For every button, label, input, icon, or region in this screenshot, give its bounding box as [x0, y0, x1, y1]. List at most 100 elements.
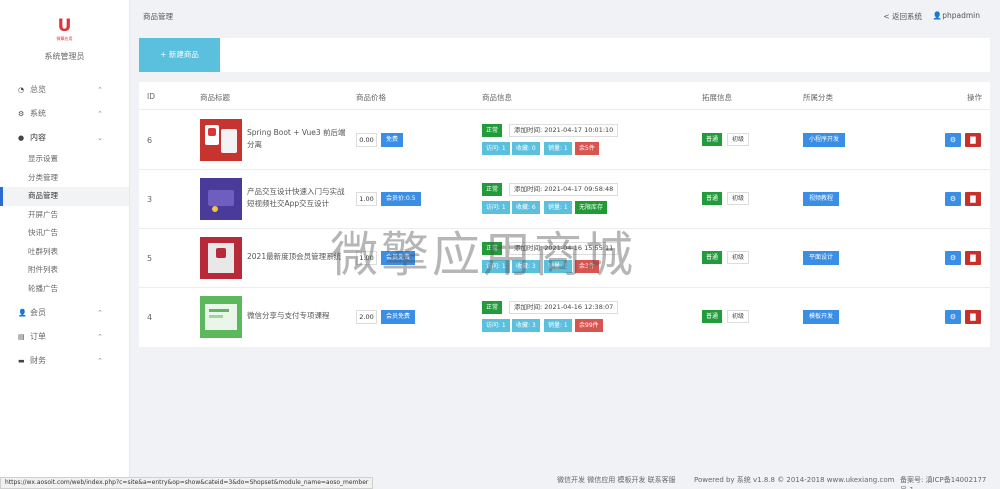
table-row: 3 产品交互设计快速入门与实战 短视频社交App交互设计 1.00 会员价:0.…: [139, 170, 990, 229]
sidebar-item-label: 总览: [30, 85, 46, 94]
logo-subtitle: 微擎应用: [56, 36, 73, 41]
product-title[interactable]: 产品交互设计快速入门与实战 短视频社交App交互设计: [247, 186, 347, 210]
footer: https://wx.aosoit.com/web/index.php?c=si…: [0, 470, 1000, 489]
row-id: 6: [147, 136, 153, 145]
category-badge[interactable]: 模板开发: [803, 310, 840, 324]
trash-icon: ▇: [970, 254, 976, 262]
sidebar-item-orders[interactable]: ▤ 订单 ⌃: [0, 325, 129, 349]
chevron-up-icon: ⌃: [97, 357, 103, 365]
product-thumbnail[interactable]: [200, 237, 242, 279]
header-ext: 拓展信息: [702, 93, 732, 102]
header-price: 商品价格: [356, 93, 386, 102]
gear-icon: ⚙: [949, 136, 957, 144]
chevron-up-icon: ⌃: [97, 309, 103, 317]
sales-badge: 销量: 1: [544, 201, 572, 214]
chevron-up-icon: ⌃: [97, 86, 103, 94]
header-info: 商品信息: [482, 93, 512, 102]
sidebar-subitem-product-manage[interactable]: 商品管理: [0, 187, 129, 206]
delete-button[interactable]: ▇: [965, 133, 981, 147]
sidebar-item-label: 会员: [30, 308, 46, 317]
category-badge[interactable]: 视频教程: [803, 192, 840, 206]
category-badge[interactable]: 平面设计: [803, 251, 840, 265]
grade-badge: 初级: [727, 251, 750, 264]
table-row: 6 Spring Boot + Vue3 前后端分离 0.00 免费 正常 添加…: [139, 111, 990, 170]
sales-badge: 销量: 1: [544, 319, 572, 332]
back-to-system-link[interactable]: < 返回系统: [883, 11, 922, 22]
product-thumbnail[interactable]: [200, 119, 242, 161]
added-time: 添加时间: 2021-04-16 12:38:07: [509, 301, 619, 314]
level-badge: 普通: [702, 133, 723, 146]
logo-area: U 微擎应用 系统管理员: [0, 0, 129, 78]
pie-chart-icon: ◔: [18, 86, 25, 94]
header-id: ID: [147, 92, 155, 101]
product-title[interactable]: Spring Boot + Vue3 前后端分离: [247, 127, 347, 151]
status-badge: 正常: [482, 183, 503, 196]
table-row: 5 2021最新度顶会员管理系统 1.00 会员免费 正常 添加时间: 2021…: [139, 229, 990, 288]
product-title[interactable]: 2021最新度顶会员管理系统: [247, 251, 347, 263]
price-tag: 会员价:0.5: [381, 192, 421, 206]
price-tag: 会员免费: [381, 251, 416, 265]
product-thumbnail[interactable]: [200, 178, 242, 220]
sidebar-subitem-display-settings[interactable]: 显示设置: [0, 150, 129, 169]
chevron-down-icon: ⌄: [97, 134, 103, 142]
sales-badge: 销量: 1: [544, 142, 572, 155]
top-bar: 商品管理 < 返回系统 👤phpadmin: [131, 0, 1000, 30]
chevron-up-icon: ⌃: [97, 333, 103, 341]
sidebar-item-label: 内容: [30, 133, 46, 142]
gear-icon: ⚙: [949, 254, 957, 262]
add-product-button[interactable]: + 新建商品: [139, 38, 220, 72]
delete-button[interactable]: ▇: [965, 192, 981, 206]
edit-button[interactable]: ⚙: [945, 251, 961, 265]
row-id: 4: [147, 313, 153, 322]
visits-badge: 访问: 1: [482, 260, 510, 273]
edit-button[interactable]: ⚙: [945, 310, 961, 324]
sidebar-item-system[interactable]: ⚙ 系统 ⌃: [0, 102, 129, 126]
sidebar-item-finance[interactable]: ▬ 财务 ⌃: [0, 349, 129, 373]
stock-badge: 无限库存: [575, 201, 608, 214]
sidebar-subitem-news-ads[interactable]: 快讯广告: [0, 224, 129, 243]
product-thumbnail[interactable]: [200, 296, 242, 338]
location-pin-icon: ●: [18, 134, 25, 142]
favorites-badge: 收藏: 3: [512, 319, 540, 332]
sidebar-subitem-group-list[interactable]: 吐群列表: [0, 243, 129, 262]
logo: U: [57, 16, 72, 36]
user-menu[interactable]: 👤phpadmin: [933, 11, 980, 20]
sidebar-item-content[interactable]: ● 内容 ⌄: [0, 126, 129, 150]
footer-icp: 备案号: 滇ICP备14002177号-1: [900, 476, 987, 489]
sidebar-subitem-category-manage[interactable]: 分类管理: [0, 169, 129, 188]
grade-badge: 初级: [727, 192, 750, 205]
visits-badge: 访问: 1: [482, 142, 510, 155]
level-badge: 普通: [702, 251, 723, 264]
sidebar-subitem-carousel-ads[interactable]: 轮播广告: [0, 280, 129, 299]
trash-icon: ▇: [970, 313, 976, 321]
delete-button[interactable]: ▇: [965, 251, 981, 265]
sidebar-item-overview[interactable]: ◔ 总览 ⌃: [0, 78, 129, 102]
category-badge[interactable]: 小程序开发: [803, 133, 846, 147]
edit-button[interactable]: ⚙: [945, 133, 961, 147]
stock-badge: 余5件: [575, 142, 599, 155]
gear-icon: ⚙: [18, 110, 25, 118]
footer-powered-by: Powered by 系统 v1.8.8 © 2014-2018 www.uke…: [694, 476, 895, 484]
sidebar-subitem-splash-ads[interactable]: 开屏广告: [0, 206, 129, 225]
status-url: https://wx.aosoit.com/web/index.php?c=si…: [0, 477, 374, 489]
delete-button[interactable]: ▇: [965, 310, 981, 324]
edit-button[interactable]: ⚙: [945, 192, 961, 206]
price-value: 0.00: [356, 133, 377, 147]
sidebar-item-members[interactable]: 👤 会员 ⌃: [0, 301, 129, 325]
favorites-badge: 收藏: 6: [512, 201, 540, 214]
header-title: 商品标题: [200, 93, 230, 102]
price-value: 1.00: [356, 192, 377, 206]
visits-badge: 访问: 1: [482, 201, 510, 214]
grade-badge: 初级: [727, 310, 750, 323]
sidebar-item-label: 订单: [30, 332, 46, 341]
stock-badge: 余3件: [575, 260, 599, 273]
visits-badge: 访问: 1: [482, 319, 510, 332]
product-title[interactable]: 微信分享与支付专项课程: [247, 310, 347, 322]
level-badge: 普通: [702, 192, 723, 205]
order-icon: ▤: [18, 333, 25, 341]
row-id: 3: [147, 195, 153, 204]
sidebar-item-label: 系统: [30, 109, 46, 118]
footer-links[interactable]: 微信开发 微信应用 模板开发 联系客服: [557, 475, 676, 485]
product-table: ID 商品标题 商品价格 商品信息 拓展信息 所属分类 操作 6 Spring …: [139, 82, 990, 347]
sidebar-subitem-attachment-list[interactable]: 附件列表: [0, 261, 129, 280]
